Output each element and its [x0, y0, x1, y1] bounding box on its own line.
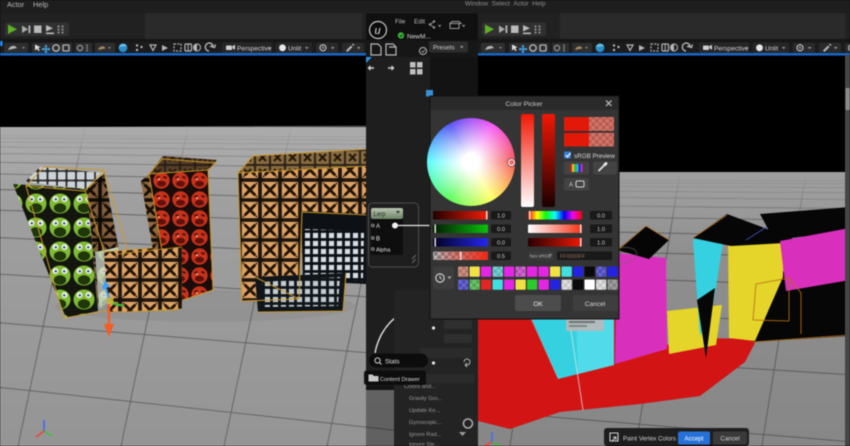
- svg-text:Cancel: Cancel: [720, 436, 739, 443]
- svg-text:Alpha: Alpha: [376, 248, 391, 254]
- svg-text:1.0: 1.0: [597, 227, 605, 233]
- svg-text:Perspective: Perspective: [714, 46, 749, 53]
- svg-text:B: B: [376, 237, 380, 243]
- svg-text:A: A: [569, 183, 573, 189]
- svg-text:Ignore Sle...: Ignore Sle...: [409, 442, 440, 446]
- svg-text:0.0: 0.0: [497, 227, 505, 233]
- svg-text:u: u: [375, 25, 381, 37]
- svg-text:Content Drawer: Content Drawer: [380, 377, 420, 383]
- svg-text:Edit: Edit: [414, 19, 425, 26]
- svg-text:A: A: [376, 224, 380, 230]
- svg-text:Presets: Presets: [433, 45, 455, 52]
- svg-text:Accept: Accept: [685, 436, 704, 443]
- svg-text:Unlit: Unlit: [765, 46, 778, 53]
- svg-text:hex sRGB: hex sRGB: [530, 254, 551, 259]
- svg-text:FF0000FF: FF0000FF: [560, 254, 586, 260]
- svg-text:Unlit: Unlit: [288, 46, 301, 53]
- svg-text:0.5: 0.5: [497, 254, 505, 260]
- svg-text:Gyroscopic...: Gyroscopic...: [409, 420, 442, 426]
- svg-text:Actor: Actor: [7, 0, 25, 9]
- svg-text:Update Ke...: Update Ke...: [409, 408, 441, 414]
- svg-text:1.0: 1.0: [497, 214, 505, 220]
- svg-text:0.0: 0.0: [497, 241, 505, 247]
- svg-text:sRGB Preview: sRGB Preview: [574, 153, 615, 160]
- svg-text:Color Picker: Color Picker: [505, 101, 543, 108]
- svg-text:Lerp: Lerp: [374, 212, 387, 218]
- svg-text:1.0: 1.0: [597, 241, 605, 247]
- svg-text:Ignore Rad...: Ignore Rad...: [409, 432, 442, 438]
- svg-text:0.0: 0.0: [597, 214, 605, 220]
- svg-text:Cancel: Cancel: [585, 301, 606, 308]
- svg-text:Stats: Stats: [385, 359, 400, 366]
- svg-text:Perspective: Perspective: [237, 46, 272, 53]
- svg-text:Gravity Gro...: Gravity Gro...: [409, 396, 443, 402]
- svg-text:Help: Help: [33, 0, 48, 9]
- svg-text:File: File: [395, 19, 406, 26]
- svg-text:Paint Vertex Colors: Paint Vertex Colors: [623, 436, 676, 443]
- svg-text:NewM...: NewM...: [407, 34, 431, 41]
- svg-text:Window Select Actor Help: Window Select Actor Help: [465, 1, 546, 8]
- svg-text:OK: OK: [533, 301, 543, 308]
